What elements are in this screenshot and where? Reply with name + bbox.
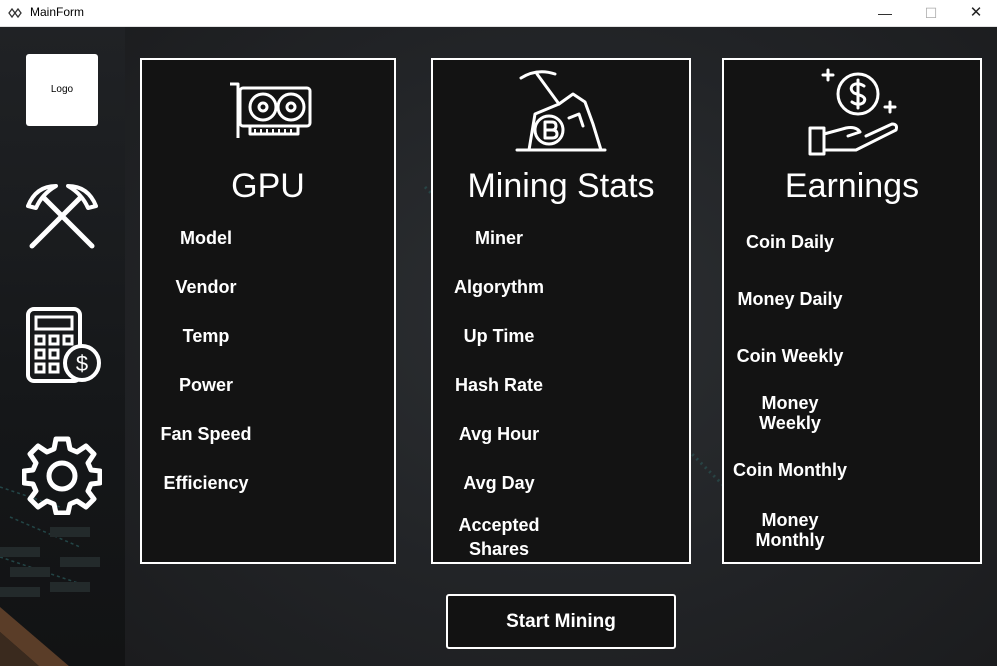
maximize-button[interactable]: ☐ <box>908 0 954 26</box>
accepted-shares-label: Accepted Shares <box>458 515 540 559</box>
money-daily-label: Money Daily <box>737 289 843 309</box>
gpu-fan-speed-label: Fan Speed <box>160 424 252 444</box>
main-area: GPU Model Vendor Temp Power Fan Speed Ef… <box>125 27 997 666</box>
gpu-icon <box>230 82 312 138</box>
miner-label: Miner <box>474 228 523 248</box>
algorithm-label: Algorythm <box>454 277 544 297</box>
coin-weekly-label: Coin Weekly <box>736 346 844 366</box>
logo-box: Logo <box>26 54 98 126</box>
earnings-icon <box>808 68 898 156</box>
app-icon <box>8 7 22 19</box>
money-monthly-label: Money Monthly <box>755 510 825 550</box>
earnings-title: Earnings <box>784 167 920 205</box>
gpu-power-label: Power <box>178 375 234 395</box>
gpu-efficiency-label: Efficiency <box>163 473 249 493</box>
up-time-label: Up Time <box>463 326 535 346</box>
sidebar: Logo $ <box>0 27 125 666</box>
mining-stats-title: Mining Stats <box>467 167 655 205</box>
svg-text:$: $ <box>76 351 88 376</box>
mining-stats-icon <box>515 70 607 152</box>
calculator-icon[interactable]: $ <box>22 305 102 385</box>
mining-stats-panel: Mining Stats Miner Algorythm Up Time Has… <box>431 58 691 564</box>
avg-day-label: Avg Day <box>463 473 535 493</box>
gear-icon[interactable] <box>22 435 102 515</box>
hash-rate-label: Hash Rate <box>454 375 544 395</box>
gpu-title: GPU <box>231 167 305 205</box>
title-bar: MainForm — ☐ ✕ <box>0 0 997 27</box>
start-mining-button[interactable]: Start Mining <box>446 594 676 649</box>
minimize-button[interactable]: — <box>862 0 908 26</box>
window-title: MainForm <box>30 5 85 19</box>
pickaxes-icon[interactable] <box>22 180 102 260</box>
coin-daily-label: Coin Daily <box>745 232 834 252</box>
gpu-temp-label: Temp <box>182 326 230 346</box>
earnings-panel: Earnings Coin Daily Money Daily Coin Wee… <box>722 58 982 564</box>
gpu-model-label: Model <box>180 228 232 248</box>
coin-monthly-label: Coin Monthly <box>733 460 847 480</box>
avg-hour-label: Avg Hour <box>458 424 540 444</box>
close-button[interactable]: ✕ <box>953 0 997 26</box>
gpu-vendor-label: Vendor <box>175 277 237 297</box>
gpu-panel: GPU Model Vendor Temp Power Fan Speed Ef… <box>140 58 396 564</box>
money-weekly-label: Money Weekly <box>759 393 821 433</box>
